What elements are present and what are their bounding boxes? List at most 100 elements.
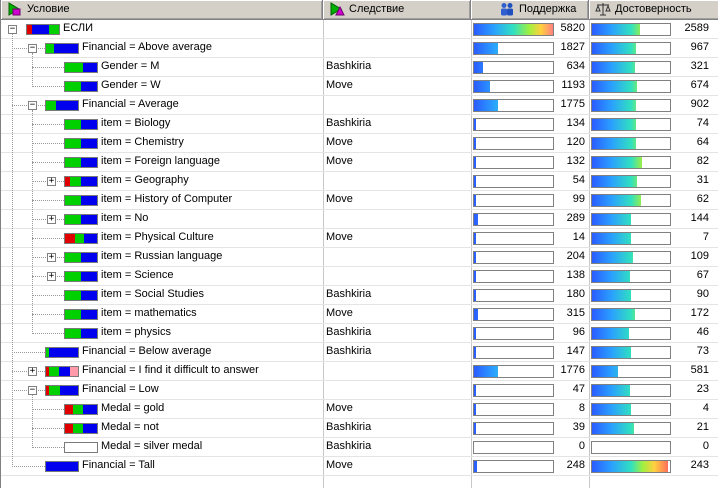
support-bar-fill bbox=[474, 252, 477, 263]
confidence-bar-fill bbox=[592, 81, 638, 92]
tree-connector bbox=[32, 53, 33, 87]
condition-color-icon bbox=[64, 214, 98, 225]
support-bar bbox=[473, 460, 554, 473]
support-value: 1775 bbox=[560, 98, 585, 110]
table-row[interactable]: − ЕСЛИ 5820 2589 bbox=[1, 20, 718, 39]
support-bar bbox=[473, 441, 554, 454]
column-header-support[interactable]: Поддержка bbox=[471, 0, 589, 19]
confidence-value: 144 bbox=[690, 212, 709, 224]
support-bar bbox=[473, 99, 554, 112]
confidence-bar bbox=[591, 460, 671, 473]
confidence-value: 902 bbox=[690, 98, 709, 110]
collapse-toggle-icon[interactable]: − bbox=[8, 25, 17, 34]
support-bar-fill bbox=[474, 81, 490, 92]
confidence-bar-fill bbox=[592, 138, 636, 149]
column-header-condition[interactable]: Условие bbox=[1, 0, 323, 19]
expand-toggle-icon[interactable]: + bbox=[47, 177, 56, 186]
consequence-label: Move bbox=[326, 193, 353, 205]
confidence-bar-fill bbox=[592, 119, 637, 130]
condition-label: item = Russian language bbox=[101, 250, 223, 262]
support-value: 134 bbox=[566, 117, 585, 129]
table-row[interactable]: item = Biology Bashkiria 134 74 bbox=[1, 115, 718, 134]
confidence-value: 4 bbox=[702, 402, 709, 414]
table-row[interactable]: item = physics Bashkiria 96 46 bbox=[1, 324, 718, 343]
table-row[interactable]: item = mathematics Move 315 172 bbox=[1, 305, 718, 324]
support-bar bbox=[473, 175, 554, 188]
table-row[interactable]: + item = Science 138 67 bbox=[1, 267, 718, 286]
condition-label: Gender = W bbox=[101, 79, 161, 91]
table-row[interactable]: item = Physical Culture Move 14 7 bbox=[1, 229, 718, 248]
support-bar-fill bbox=[474, 195, 476, 206]
confidence-bar bbox=[591, 42, 671, 55]
table-row[interactable]: − Financial = Average 1775 902 bbox=[1, 96, 718, 115]
table-row[interactable]: Gender = W Move 1193 674 bbox=[1, 77, 718, 96]
support-value: 120 bbox=[566, 136, 585, 148]
support-value: 99 bbox=[572, 193, 585, 205]
table-row[interactable]: − Financial = Low 47 23 bbox=[1, 381, 718, 400]
support-value: 5820 bbox=[560, 22, 585, 34]
condition-label: item = Social Studies bbox=[101, 288, 205, 300]
condition-color-icon bbox=[45, 43, 79, 54]
scales-icon bbox=[595, 3, 611, 16]
support-bar bbox=[473, 403, 554, 416]
table-row[interactable]: Medal = not Bashkiria 39 21 bbox=[1, 419, 718, 438]
confidence-value: 172 bbox=[690, 307, 709, 319]
support-bar bbox=[473, 327, 554, 340]
support-bar bbox=[473, 422, 554, 435]
condition-label: Financial = I find it difficult to answe… bbox=[82, 364, 259, 376]
column-header-confidence[interactable]: Достоверность bbox=[589, 0, 718, 19]
condition-color-icon bbox=[64, 62, 98, 73]
consequence-icon bbox=[330, 2, 345, 16]
confidence-bar-fill bbox=[592, 328, 630, 339]
table-row[interactable]: Medal = gold Move 8 4 bbox=[1, 400, 718, 419]
collapse-toggle-icon[interactable]: − bbox=[28, 44, 37, 53]
condition-label: Financial = Average bbox=[82, 98, 179, 110]
confidence-bar-fill bbox=[592, 404, 631, 415]
condition-color-icon bbox=[64, 404, 98, 415]
table-row[interactable]: Medal = silver medal Bashkiria 0 0 bbox=[1, 438, 718, 457]
support-value: 1193 bbox=[561, 79, 585, 91]
table-row[interactable]: − Financial = Above average 1827 967 bbox=[1, 39, 718, 58]
condition-label: item = mathematics bbox=[101, 307, 197, 319]
confidence-value: 7 bbox=[702, 231, 709, 243]
support-value: 138 bbox=[566, 269, 585, 281]
confidence-bar-fill bbox=[592, 176, 638, 187]
confidence-bar-fill bbox=[592, 252, 634, 263]
collapse-toggle-icon[interactable]: − bbox=[28, 386, 37, 395]
expand-toggle-icon[interactable]: + bbox=[47, 215, 56, 224]
column-header-consequence[interactable]: Следствие bbox=[323, 0, 471, 19]
support-bar-fill bbox=[474, 233, 476, 244]
condition-label: Financial = Below average bbox=[82, 345, 212, 357]
collapse-toggle-icon[interactable]: − bbox=[28, 101, 37, 110]
column-header-confidence-label: Достоверность bbox=[615, 3, 692, 15]
confidence-bar bbox=[591, 308, 671, 321]
expand-toggle-icon[interactable]: + bbox=[47, 253, 56, 262]
table-row[interactable]: item = Chemistry Move 120 64 bbox=[1, 134, 718, 153]
confidence-bar bbox=[591, 270, 671, 283]
support-bar-fill bbox=[474, 157, 476, 168]
condition-label: item = No bbox=[101, 212, 149, 224]
support-value: 132 bbox=[566, 155, 585, 167]
table-row[interactable]: Financial = Below average Bashkiria 147 73 bbox=[1, 343, 718, 362]
table-row[interactable]: Financial = Tall Move 248 243 bbox=[1, 457, 718, 476]
confidence-value: 321 bbox=[690, 60, 709, 72]
support-bar bbox=[473, 308, 554, 321]
table-row[interactable]: + Financial = I find it difficult to answ… bbox=[1, 362, 718, 381]
table-row[interactable]: + item = Russian language 204 109 bbox=[1, 248, 718, 267]
expand-toggle-icon[interactable]: + bbox=[28, 367, 37, 376]
support-value: 180 bbox=[566, 288, 585, 300]
confidence-bar-fill bbox=[592, 461, 669, 472]
table-row[interactable]: item = Social Studies Bashkiria 180 90 bbox=[1, 286, 718, 305]
confidence-value: 67 bbox=[696, 269, 709, 281]
consequence-label: Move bbox=[326, 402, 353, 414]
condition-color-icon bbox=[64, 81, 98, 92]
table-row[interactable]: item = History of Computer Move 99 62 bbox=[1, 191, 718, 210]
table-row[interactable]: + item = Geography 54 31 bbox=[1, 172, 718, 191]
expand-toggle-icon[interactable]: + bbox=[47, 272, 56, 281]
table-row[interactable]: item = Foreign language Move 132 82 bbox=[1, 153, 718, 172]
confidence-value: 23 bbox=[696, 383, 709, 395]
confidence-bar-fill bbox=[592, 157, 642, 168]
table-row[interactable]: + item = No 289 144 bbox=[1, 210, 718, 229]
table-row[interactable]: Gender = M Bashkiria 634 321 bbox=[1, 58, 718, 77]
confidence-bar bbox=[591, 194, 671, 207]
